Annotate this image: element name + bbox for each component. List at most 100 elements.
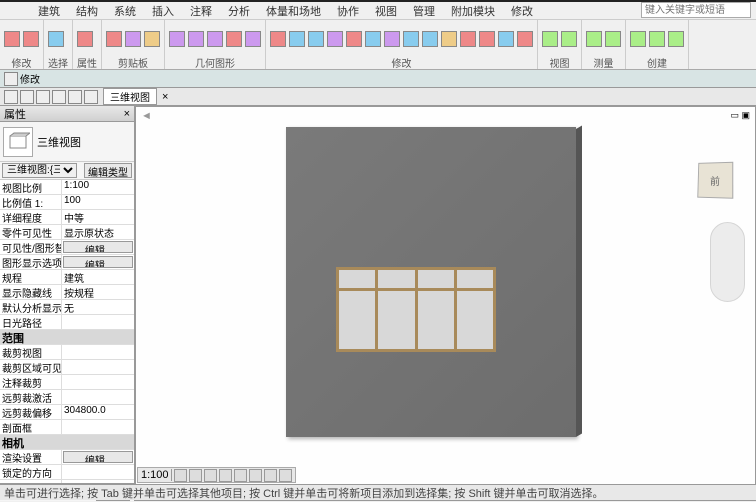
- paste-icon[interactable]: [106, 31, 122, 47]
- select-icon[interactable]: [48, 31, 64, 47]
- menu-注释[interactable]: 注释: [182, 3, 220, 19]
- scale-icon[interactable]: [479, 31, 495, 47]
- rotate-icon[interactable]: [365, 31, 381, 47]
- cut1-icon[interactable]: [188, 31, 204, 47]
- reveal-icon[interactable]: [279, 469, 292, 482]
- split-icon[interactable]: [226, 31, 242, 47]
- menu-管理[interactable]: 管理: [405, 3, 443, 19]
- search-input[interactable]: [641, 2, 751, 18]
- menu-体量和场地[interactable]: 体量和场地: [258, 3, 329, 19]
- c1-icon[interactable]: [630, 31, 646, 47]
- hide-icon[interactable]: [264, 469, 277, 482]
- visual-style-icon[interactable]: [189, 469, 202, 482]
- c2-icon[interactable]: [649, 31, 665, 47]
- prop-value[interactable]: 1:100: [62, 180, 134, 194]
- prop-value[interactable]: 按规程: [62, 285, 134, 299]
- cut-icon[interactable]: [144, 31, 160, 47]
- menu-视图[interactable]: 视图: [367, 3, 405, 19]
- type-thumbnail: [3, 127, 33, 157]
- view-control-bar: 1:100: [137, 467, 296, 483]
- prop-value[interactable]: 无: [62, 300, 134, 314]
- menu-分析[interactable]: 分析: [220, 3, 258, 19]
- group-icon[interactable]: [517, 31, 533, 47]
- pin-icon[interactable]: [441, 31, 457, 47]
- m2-icon[interactable]: [605, 31, 621, 47]
- prop-value[interactable]: [62, 465, 134, 479]
- menu-插入[interactable]: 插入: [144, 3, 182, 19]
- delete-icon[interactable]: [498, 31, 514, 47]
- scale-display[interactable]: 1:100: [141, 469, 169, 481]
- copy-icon[interactable]: [125, 31, 141, 47]
- prop-value[interactable]: 304800.0: [62, 405, 134, 419]
- extend-icon[interactable]: [403, 31, 419, 47]
- menu-附加模块[interactable]: 附加模块: [443, 3, 503, 19]
- instance-selector[interactable]: 三维视图:{三维}: [2, 163, 77, 178]
- prop-key: 远剪裁激活: [0, 390, 62, 404]
- menu-建筑[interactable]: 建筑: [30, 3, 68, 19]
- prop-value[interactable]: 显示原状态: [62, 225, 134, 239]
- nav-wheel[interactable]: [710, 222, 745, 302]
- wall-model[interactable]: [286, 127, 576, 437]
- back-icon[interactable]: ◄: [141, 110, 152, 122]
- array-icon[interactable]: [460, 31, 476, 47]
- ts1-icon[interactable]: [4, 90, 18, 104]
- cope-icon[interactable]: [169, 31, 185, 47]
- view-mode-icon[interactable]: ▭ ▣: [730, 110, 750, 121]
- prop-value[interactable]: [62, 360, 134, 374]
- trim-icon[interactable]: [384, 31, 400, 47]
- v1-icon[interactable]: [542, 31, 558, 47]
- select-mode-icon[interactable]: [4, 72, 18, 86]
- align-icon[interactable]: [270, 31, 286, 47]
- c3-icon[interactable]: [668, 31, 684, 47]
- arrow-icon[interactable]: [4, 31, 20, 47]
- join-icon[interactable]: [207, 31, 223, 47]
- prop-key: 显示隐藏线: [0, 285, 62, 299]
- split2-icon[interactable]: [422, 31, 438, 47]
- shadow-icon[interactable]: [219, 469, 232, 482]
- ts3-icon[interactable]: [36, 90, 50, 104]
- move-icon[interactable]: [327, 31, 343, 47]
- nav-cube-face[interactable]: 前: [697, 162, 733, 199]
- prop-value[interactable]: [62, 315, 134, 329]
- ts2-icon[interactable]: [20, 90, 34, 104]
- render-icon[interactable]: [234, 469, 247, 482]
- wall-join-icon[interactable]: [245, 31, 261, 47]
- offset-icon[interactable]: [289, 31, 305, 47]
- ribbon-panel-6: 视图: [538, 20, 582, 69]
- copy2-icon[interactable]: [346, 31, 362, 47]
- ts5-icon[interactable]: [68, 90, 82, 104]
- m1-icon[interactable]: [586, 31, 602, 47]
- prop-value[interactable]: 100: [62, 195, 134, 209]
- ts6-icon[interactable]: [84, 90, 98, 104]
- active-view-tab[interactable]: 三维视图: [103, 88, 157, 105]
- menu-修改[interactable]: 修改: [503, 3, 541, 19]
- props-icon[interactable]: [23, 31, 39, 47]
- prop-row: 锁定的方向: [0, 465, 134, 480]
- menu-系统[interactable]: 系统: [106, 3, 144, 19]
- prop-value[interactable]: 编辑...: [63, 451, 133, 463]
- prop-value[interactable]: 编辑...: [63, 256, 133, 268]
- prop-value[interactable]: 建筑: [62, 270, 134, 284]
- sun-path-icon[interactable]: [204, 469, 217, 482]
- prop-value[interactable]: 编辑...: [63, 241, 133, 253]
- prop-value[interactable]: [62, 345, 134, 359]
- detail-level-icon[interactable]: [174, 469, 187, 482]
- prop-value[interactable]: [62, 390, 134, 404]
- crop-icon[interactable]: [249, 469, 262, 482]
- prop-value[interactable]: [62, 420, 134, 434]
- window-model[interactable]: [336, 267, 496, 352]
- nav-cube[interactable]: 前: [690, 162, 740, 212]
- menu-协作[interactable]: 协作: [329, 3, 367, 19]
- viewport[interactable]: 前 ◄ ▭ ▣: [135, 106, 756, 501]
- props-icon[interactable]: [77, 31, 93, 47]
- mirror-icon[interactable]: [308, 31, 324, 47]
- v2-icon[interactable]: [561, 31, 577, 47]
- prop-key: 详细程度: [0, 210, 62, 224]
- ts4-icon[interactable]: [52, 90, 66, 104]
- prop-value[interactable]: [62, 375, 134, 389]
- tab-close-icon[interactable]: ×: [162, 91, 168, 103]
- prop-value[interactable]: 中等: [62, 210, 134, 224]
- menu-结构[interactable]: 结构: [68, 3, 106, 19]
- edit-type-button[interactable]: 编辑类型: [84, 163, 132, 178]
- close-icon[interactable]: ×: [124, 108, 130, 120]
